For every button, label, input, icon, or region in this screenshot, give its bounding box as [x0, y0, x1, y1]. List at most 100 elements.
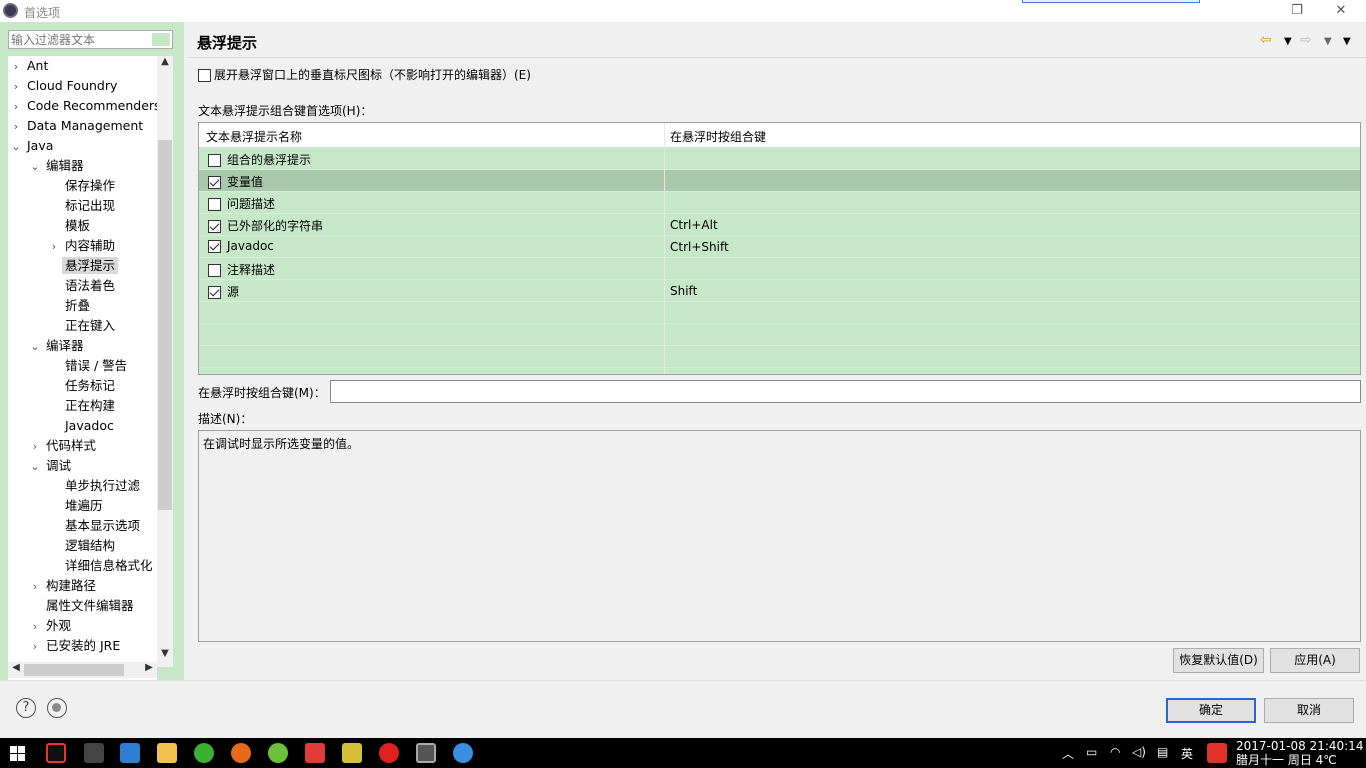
tree-item[interactable]: 堆遍历 — [46, 496, 106, 516]
expand-arrow-icon[interactable]: › — [27, 577, 43, 597]
help-app-icon[interactable] — [342, 743, 362, 763]
back-arrow-icon[interactable]: ⇦ — [1260, 32, 1272, 48]
tree-item[interactable]: 悬浮提示 — [46, 256, 119, 276]
tree-item[interactable]: 标记出现 — [46, 196, 118, 216]
row-checkbox[interactable] — [208, 220, 221, 233]
column-header-name[interactable]: 文本悬浮提示名称 — [206, 128, 302, 145]
tree-item[interactable]: 正在键入 — [46, 316, 118, 336]
tree-item[interactable]: 详细信息格式化 — [46, 556, 156, 576]
firefox-icon[interactable] — [231, 743, 251, 763]
scroll-thumb[interactable] — [158, 140, 172, 510]
wechat-icon[interactable] — [194, 743, 214, 763]
tree-item[interactable]: 语法着色 — [46, 276, 118, 296]
sogou-icon[interactable] — [1207, 743, 1227, 763]
tree-item[interactable]: 单步执行过滤 — [46, 476, 143, 496]
filter-box[interactable] — [8, 30, 173, 49]
tree-item[interactable]: › 构建路径 — [27, 576, 99, 596]
scroll-left-icon[interactable]: ◀ — [8, 662, 24, 678]
scroll-down-icon[interactable]: ▼ — [157, 648, 173, 664]
tree-item[interactable]: 保存操作 — [46, 176, 118, 196]
expand-arrow-icon[interactable]: › — [8, 97, 24, 117]
modifier-input[interactable] — [330, 380, 1361, 403]
table-row[interactable]: 问题描述 — [199, 192, 1360, 214]
tree-item[interactable]: › Data Management — [8, 116, 146, 136]
tree-item[interactable]: › Ant — [8, 56, 51, 76]
store-icon[interactable] — [120, 743, 140, 763]
notification-icon[interactable]: ▤ — [1157, 745, 1168, 759]
row-checkbox[interactable] — [208, 286, 221, 299]
table-row[interactable]: Javadoc Ctrl+Shift — [199, 236, 1360, 258]
collapse-arrow-icon[interactable]: ⌄ — [27, 337, 43, 357]
tree-item[interactable]: ⌄ Java — [8, 136, 56, 156]
row-checkbox[interactable] — [208, 176, 221, 189]
qq-icon[interactable] — [46, 743, 66, 763]
tree-item[interactable]: 逻辑结构 — [46, 536, 118, 556]
tree-horizontal-scrollbar[interactable]: ◀ ▶ — [8, 662, 157, 678]
system-clock[interactable]: 2017-01-08 21:40:14 腊月十一 周日 4℃ — [1236, 739, 1363, 767]
table-row[interactable]: 注释描述 — [199, 258, 1360, 280]
tree-item[interactable]: 模板 — [46, 216, 93, 236]
wifi-icon[interactable]: ◠ — [1110, 745, 1120, 759]
red-app-icon[interactable] — [305, 743, 325, 763]
tree-item[interactable]: 基本显示选项 — [46, 516, 143, 536]
file-explorer-icon[interactable] — [157, 743, 177, 763]
expand-arrow-icon[interactable]: › — [27, 437, 43, 457]
netease-music-icon[interactable] — [379, 743, 399, 763]
eclipse-taskbar-icon[interactable] — [416, 743, 436, 763]
row-checkbox[interactable] — [208, 264, 221, 277]
table-row[interactable]: 组合的悬浮提示 — [199, 148, 1360, 170]
scroll-up-icon[interactable]: ▲ — [157, 56, 173, 72]
expand-arrow-icon[interactable]: › — [27, 637, 43, 657]
help-icon[interactable]: ? — [16, 698, 36, 718]
battery-icon[interactable]: ▭ — [1086, 745, 1097, 759]
volume-icon[interactable]: ◁) — [1132, 745, 1146, 759]
blue-app-icon[interactable] — [453, 743, 473, 763]
table-row[interactable]: 变量值 — [199, 170, 1360, 192]
ok-button[interactable]: 确定 — [1166, 698, 1256, 723]
tree-item[interactable]: › Cloud Foundry — [8, 76, 120, 96]
apply-button[interactable]: 应用(A) — [1270, 648, 1360, 673]
close-window-icon[interactable]: ✕ — [1326, 2, 1356, 20]
input-language[interactable]: 英 — [1181, 745, 1193, 762]
tree-item[interactable]: 错误 / 警告 — [46, 356, 130, 376]
filter-input[interactable] — [9, 31, 149, 48]
collapse-arrow-icon[interactable]: ⌄ — [8, 137, 24, 157]
tree-item[interactable]: 正在构建 — [46, 396, 118, 416]
tree-item[interactable]: › 代码样式 — [27, 436, 99, 456]
expand-arrow-icon[interactable]: › — [8, 117, 24, 137]
collapse-arrow-icon[interactable]: ⌄ — [27, 157, 43, 177]
tree-item[interactable]: › Code Recommenders — [8, 96, 157, 116]
tree-item[interactable]: ⌄ 编辑器 — [27, 156, 87, 176]
windows-start-icon[interactable] — [10, 746, 26, 762]
tray-expand-icon[interactable]: ︿ — [1062, 745, 1074, 762]
table-row[interactable]: 源 Shift — [199, 280, 1360, 302]
restore-defaults-button[interactable]: 恢复默认值(D) — [1173, 648, 1264, 673]
column-header-key[interactable]: 在悬浮时按组合键 — [670, 128, 766, 145]
restore-window-icon[interactable]: ❐ — [1282, 2, 1312, 20]
table-row[interactable]: 已外部化的字符串 Ctrl+Alt — [199, 214, 1360, 236]
view-menu-icon[interactable]: ▼ — [1343, 36, 1351, 47]
tree-item[interactable]: 任务标记 — [46, 376, 118, 396]
expand-arrow-icon[interactable]: › — [8, 77, 24, 97]
tree-item[interactable]: › 已安装的 JRE — [27, 636, 123, 656]
back-menu-icon[interactable]: ▼ — [1284, 36, 1292, 47]
green-app-icon[interactable] — [268, 743, 288, 763]
tree-item[interactable]: › 内容辅助 — [46, 236, 118, 256]
tree-item[interactable]: Javadoc — [46, 416, 117, 436]
collapse-arrow-icon[interactable]: ⌄ — [27, 457, 43, 477]
scroll-right-icon[interactable]: ▶ — [141, 662, 157, 678]
expand-arrow-icon[interactable]: › — [46, 237, 62, 257]
vertical-ruler-checkbox[interactable] — [198, 69, 211, 82]
task-view-icon[interactable] — [84, 743, 104, 763]
expand-arrow-icon[interactable]: › — [27, 617, 43, 637]
tree-item[interactable]: ⌄ 编译器 — [27, 336, 87, 356]
expand-arrow-icon[interactable]: › — [8, 57, 24, 77]
record-icon[interactable] — [47, 698, 67, 718]
filter-clear-icon[interactable] — [152, 33, 170, 46]
hscroll-thumb[interactable] — [24, 664, 124, 676]
row-checkbox[interactable] — [208, 240, 221, 253]
forward-menu-icon[interactable]: ▼ — [1324, 36, 1332, 47]
cancel-button[interactable]: 取消 — [1264, 698, 1354, 723]
vertical-ruler-option[interactable]: 展开悬浮窗口上的垂直标尺图标（不影响打开的编辑器）(E) — [198, 66, 531, 83]
tree-vertical-scrollbar[interactable]: ▲ ▼ — [157, 56, 173, 667]
